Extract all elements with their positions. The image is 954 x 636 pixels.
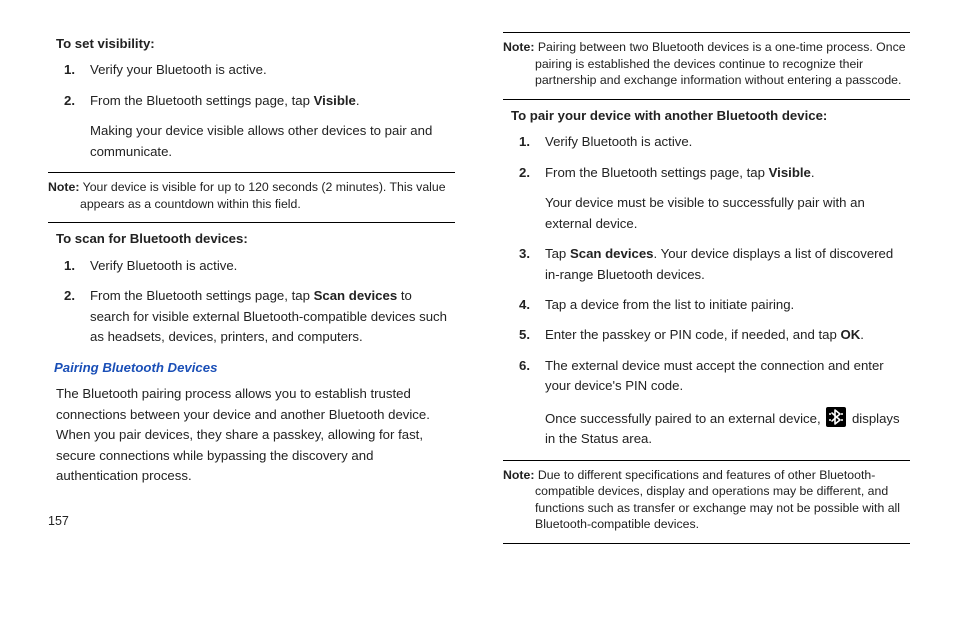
step-text: From the Bluetooth settings page, tap bbox=[545, 165, 769, 180]
divider bbox=[503, 543, 910, 544]
pairing-paragraph: The Bluetooth pairing process allows you… bbox=[56, 384, 447, 486]
inline-bold: Visible bbox=[769, 165, 811, 180]
divider bbox=[503, 32, 910, 33]
step-text: From the Bluetooth settings page, tap bbox=[90, 288, 314, 303]
step-item: From the Bluetooth settings page, tap Vi… bbox=[90, 91, 455, 162]
step-text: . bbox=[860, 327, 864, 342]
step-text: Once successfully paired to an external … bbox=[545, 411, 824, 426]
step-item: The external device must accept the conn… bbox=[545, 356, 910, 450]
step-item: From the Bluetooth settings page, tap Sc… bbox=[90, 286, 455, 347]
note-label: Note: bbox=[503, 468, 534, 482]
step-item: Verify Bluetooth is active. bbox=[90, 256, 455, 276]
note-text: Your device is visible for up to 120 sec… bbox=[79, 180, 445, 211]
divider bbox=[48, 222, 455, 223]
inline-bold: Scan devices bbox=[570, 246, 654, 261]
step-text: Enter the passkey or PIN code, if needed… bbox=[545, 327, 840, 342]
step-continuation: Making your device visible allows other … bbox=[90, 121, 455, 162]
section-title-scan: To scan for Bluetooth devices: bbox=[56, 229, 455, 249]
section-title-pair: To pair your device with another Bluetoo… bbox=[511, 106, 910, 126]
right-column: Note: Pairing between two Bluetooth devi… bbox=[503, 32, 910, 616]
step-continuation: Once successfully paired to an external … bbox=[545, 407, 910, 450]
subheading-pairing: Pairing Bluetooth Devices bbox=[54, 358, 455, 378]
step-item: Tap a device from the list to initiate p… bbox=[545, 295, 910, 315]
steps-scan: Verify Bluetooth is active. From the Blu… bbox=[48, 256, 455, 348]
note-label: Note: bbox=[503, 40, 534, 54]
note-block: Note: Pairing between two Bluetooth devi… bbox=[503, 39, 910, 89]
step-text: . bbox=[356, 93, 360, 108]
step-text: . bbox=[811, 165, 815, 180]
step-item: Verify Bluetooth is active. bbox=[545, 132, 910, 152]
bluetooth-paired-icon bbox=[826, 407, 846, 427]
step-item: Tap Scan devices. Your device displays a… bbox=[545, 244, 910, 285]
inline-bold: Visible bbox=[314, 93, 356, 108]
step-text: Verify your Bluetooth is active. bbox=[90, 62, 267, 77]
note-text: Due to different specifications and feat… bbox=[534, 468, 900, 532]
note-label: Note: bbox=[48, 180, 79, 194]
step-text: The external device must accept the conn… bbox=[545, 358, 884, 393]
inline-bold: OK bbox=[840, 327, 860, 342]
note-text: Pairing between two Bluetooth devices is… bbox=[534, 40, 905, 87]
manual-page: To set visibility: Verify your Bluetooth… bbox=[0, 0, 954, 636]
steps-pair: Verify Bluetooth is active. From the Blu… bbox=[503, 132, 910, 449]
note-block: Note: Your device is visible for up to 1… bbox=[48, 179, 455, 212]
step-item: Enter the passkey or PIN code, if needed… bbox=[545, 325, 910, 345]
inline-bold: Scan devices bbox=[314, 288, 398, 303]
divider bbox=[48, 172, 455, 173]
step-text: Verify Bluetooth is active. bbox=[90, 258, 237, 273]
page-number: 157 bbox=[48, 512, 455, 531]
step-text: Tap a device from the list to initiate p… bbox=[545, 297, 794, 312]
divider bbox=[503, 460, 910, 461]
left-column: To set visibility: Verify your Bluetooth… bbox=[48, 32, 455, 616]
step-continuation: Your device must be visible to successfu… bbox=[545, 193, 910, 234]
section-title-visibility: To set visibility: bbox=[56, 34, 455, 54]
step-text: Verify Bluetooth is active. bbox=[545, 134, 692, 149]
steps-visibility: Verify your Bluetooth is active. From th… bbox=[48, 60, 455, 162]
divider bbox=[503, 99, 910, 100]
step-text: From the Bluetooth settings page, tap bbox=[90, 93, 314, 108]
note-block: Note: Due to different specifications an… bbox=[503, 467, 910, 533]
step-item: Verify your Bluetooth is active. bbox=[90, 60, 455, 80]
step-item: From the Bluetooth settings page, tap Vi… bbox=[545, 163, 910, 234]
step-text: Tap bbox=[545, 246, 570, 261]
